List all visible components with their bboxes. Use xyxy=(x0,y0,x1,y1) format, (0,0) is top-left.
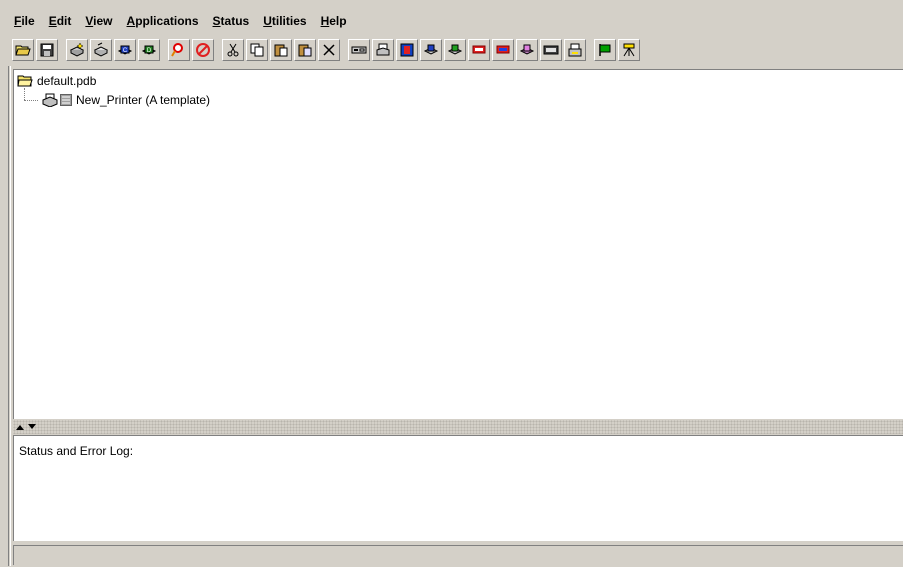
menu-help[interactable]: Help xyxy=(315,14,355,28)
printer-icon xyxy=(42,93,58,107)
panel-icon xyxy=(543,45,559,55)
collapse-up-icon[interactable] xyxy=(15,422,25,432)
status-bar xyxy=(13,545,903,565)
flag-icon xyxy=(599,44,611,56)
printer-tree-pane[interactable]: default.pdb New_Printer (A template) xyxy=(13,69,903,419)
find-button[interactable] xyxy=(168,39,190,61)
tree-connector-horizontal xyxy=(24,100,38,101)
menu-applications[interactable]: Applications xyxy=(121,14,207,28)
printer-check-icon xyxy=(447,44,463,55)
menu-utilities[interactable]: Utilities xyxy=(257,14,314,28)
printer-purple-button[interactable] xyxy=(516,39,538,61)
tree-connector-vertical xyxy=(24,88,25,100)
delete-button[interactable] xyxy=(318,39,340,61)
copy-button[interactable] xyxy=(246,39,268,61)
cut-icon xyxy=(227,43,239,57)
flag-button[interactable] xyxy=(594,39,616,61)
template-list-icon xyxy=(60,94,72,106)
status-error-log-pane[interactable]: Status and Error Log: xyxy=(13,435,903,541)
printer-queue-icon xyxy=(423,44,439,55)
split-pane-divider[interactable] xyxy=(13,420,903,434)
printer-drawer-icon xyxy=(568,43,582,57)
collapse-down-icon[interactable] xyxy=(27,422,37,432)
log-label: Status and Error Log: xyxy=(19,444,134,458)
properties-icon xyxy=(351,46,367,54)
menu-bar: File Edit View Applications Status Utili… xyxy=(8,8,903,34)
printer-queue-button[interactable] xyxy=(420,39,442,61)
printer-config-icon xyxy=(376,43,390,56)
menu-file[interactable]: File xyxy=(8,14,43,28)
properties-button[interactable] xyxy=(348,39,370,61)
paste-special-icon xyxy=(298,44,312,57)
printer-purple-icon xyxy=(519,44,535,55)
folder-open-icon xyxy=(17,75,33,87)
delete-icon xyxy=(323,44,335,56)
printer-drawer-button[interactable] xyxy=(564,39,586,61)
new-class-icon: C xyxy=(117,45,133,55)
open-icon xyxy=(15,45,31,56)
toolbar: C D xyxy=(8,35,903,65)
jobs-red-icon xyxy=(472,45,486,54)
new-printer-template-button[interactable] xyxy=(90,39,112,61)
open-button[interactable] xyxy=(12,39,34,61)
new-destination-button[interactable]: D xyxy=(138,39,160,61)
paste-special-button[interactable] xyxy=(294,39,316,61)
printer-red-icon xyxy=(400,43,414,57)
printer-config-button[interactable] xyxy=(372,39,394,61)
menu-edit[interactable]: Edit xyxy=(43,14,80,28)
svg-text:C: C xyxy=(123,48,128,54)
save-icon xyxy=(40,43,54,57)
tripod-icon xyxy=(623,43,635,57)
svg-text:D: D xyxy=(147,48,152,54)
new-printer-button[interactable] xyxy=(66,39,88,61)
save-button[interactable] xyxy=(36,39,58,61)
stop-button[interactable] xyxy=(192,39,214,61)
menu-view[interactable]: View xyxy=(79,14,120,28)
find-icon xyxy=(171,43,183,57)
panel-button[interactable] xyxy=(540,39,562,61)
cut-button[interactable] xyxy=(222,39,244,61)
stop-icon xyxy=(196,43,210,57)
new-class-button[interactable]: C xyxy=(114,39,136,61)
new-printer-icon xyxy=(69,42,85,57)
tripod-button[interactable] xyxy=(618,39,640,61)
paste-button[interactable] xyxy=(270,39,292,61)
menu-status[interactable]: Status xyxy=(207,14,258,28)
paste-icon xyxy=(274,44,288,57)
copy-icon xyxy=(250,43,264,57)
divider-arrows xyxy=(15,422,37,432)
printer-check-button[interactable] xyxy=(444,39,466,61)
tree-child-label: New_Printer (A template) xyxy=(76,93,211,107)
tree-root-label: default.pdb xyxy=(37,74,97,88)
jobs-blue-button[interactable] xyxy=(492,39,514,61)
new-destination-icon: D xyxy=(141,45,157,55)
jobs-red-button[interactable] xyxy=(468,39,490,61)
printer-red-button[interactable] xyxy=(396,39,418,61)
window-left-edge xyxy=(8,66,11,566)
tree-node-root[interactable]: default.pdb xyxy=(17,73,96,89)
tree-node-new-printer[interactable]: New_Printer (A template) xyxy=(42,92,210,108)
jobs-blue-icon xyxy=(496,45,510,54)
new-printer-template-icon xyxy=(93,42,109,57)
